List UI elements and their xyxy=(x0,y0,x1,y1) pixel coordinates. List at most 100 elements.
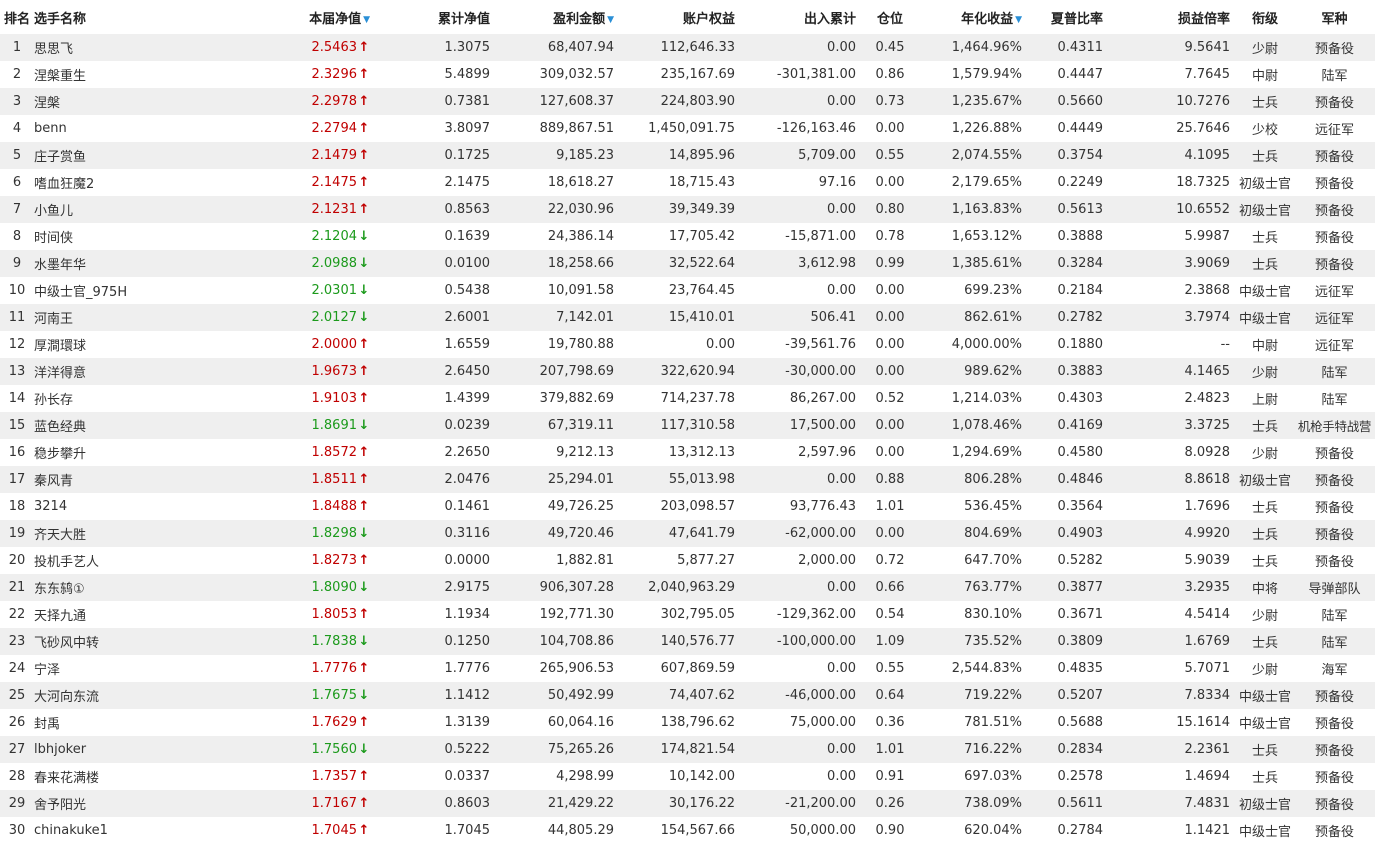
player-name-link[interactable]: 春来花满楼 xyxy=(34,763,210,790)
flow-cell: 75,000.00 xyxy=(740,709,860,736)
table-row[interactable]: 11 河南王 2.0127 ↓ 2.6001 7,142.01 15,410.01… xyxy=(0,304,1375,331)
pl-ratio-cell: -- xyxy=(1131,331,1236,358)
player-name-link[interactable]: chinakuke1 xyxy=(34,817,210,844)
table-row[interactable]: 29 舍予阳光 1.7167 ↑ 0.8603 21,429.22 30,176.… xyxy=(0,790,1375,817)
nav-cell: 2.0127 ↓ xyxy=(210,304,392,331)
arrow-up-icon: ↑ xyxy=(358,769,370,784)
position-cell: 0.86 xyxy=(860,61,920,88)
player-name-link[interactable]: 3214 xyxy=(34,493,210,520)
player-name-link[interactable]: 蓝色经典 xyxy=(34,412,210,439)
table-row[interactable]: 28 春来花满楼 1.7357 ↑ 0.0337 4,298.99 10,142.… xyxy=(0,763,1375,790)
sort-down-icon[interactable]: ▼ xyxy=(607,15,614,25)
player-name-link[interactable]: 天择九通 xyxy=(34,601,210,628)
table-row[interactable]: 22 天择九通 1.8053 ↑ 1.1934 192,771.30 302,79… xyxy=(0,601,1375,628)
table-row[interactable]: 7 小鱼儿 2.1231 ↑ 0.8563 22,030.96 39,349.39… xyxy=(0,196,1375,223)
table-row[interactable]: 13 洋洋得意 1.9673 ↑ 2.6450 207,798.69 322,62… xyxy=(0,358,1375,385)
rank-title-cell: 士兵 xyxy=(1236,736,1294,763)
table-row[interactable]: 5 庄子赏鱼 2.1479 ↑ 0.1725 9,185.23 14,895.96… xyxy=(0,142,1375,169)
position-cell: 0.80 xyxy=(860,196,920,223)
table-row[interactable]: 16 稳步攀升 1.8572 ↑ 2.2650 9,212.13 13,312.1… xyxy=(0,439,1375,466)
header-profit[interactable]: 盈利金额 ▼ xyxy=(498,0,618,34)
player-name-link[interactable]: 河南王 xyxy=(34,304,210,331)
sort-down-icon[interactable]: ▼ xyxy=(363,15,370,25)
table-row[interactable]: 3 涅槃 2.2978 ↑ 0.7381 127,608.37 224,803.9… xyxy=(0,88,1375,115)
pl-ratio-cell: 3.3725 xyxy=(1131,412,1236,439)
player-name-link[interactable]: 稳步攀升 xyxy=(34,439,210,466)
header-flow[interactable]: 出入累计 xyxy=(740,0,860,34)
header-title[interactable]: 衔级 xyxy=(1236,0,1294,34)
player-name-link[interactable]: 大河向东流 xyxy=(34,682,210,709)
player-name-link[interactable]: 飞砂风中转 xyxy=(34,628,210,655)
table-row[interactable]: 9 水墨年华 2.0988 ↓ 0.0100 18,258.66 32,522.6… xyxy=(0,250,1375,277)
player-name-link[interactable]: 时间侠 xyxy=(34,223,210,250)
header-rank[interactable]: 排名 xyxy=(0,0,34,34)
player-name-link[interactable]: 小鱼儿 xyxy=(34,196,210,223)
pl-ratio-cell: 4.1095 xyxy=(1131,142,1236,169)
sharpe-cell: 0.3754 xyxy=(1026,142,1131,169)
table-row[interactable]: 10 中级士官_975H 2.0301 ↓ 0.5438 10,091.58 23… xyxy=(0,277,1375,304)
header-name[interactable]: 选手名称 xyxy=(34,0,210,34)
player-name-link[interactable]: 水墨年华 xyxy=(34,250,210,277)
header-equity[interactable]: 账户权益 xyxy=(618,0,740,34)
table-row[interactable]: 20 投机手艺人 1.8273 ↑ 0.0000 1,882.81 5,877.2… xyxy=(0,547,1375,574)
flow-cell: 0.00 xyxy=(740,196,860,223)
table-row[interactable]: 25 大河向东流 1.7675 ↓ 1.1412 50,492.99 74,407… xyxy=(0,682,1375,709)
table-row[interactable]: 8 时间侠 2.1204 ↓ 0.1639 24,386.14 17,705.42… xyxy=(0,223,1375,250)
header-branch[interactable]: 军种 xyxy=(1294,0,1375,34)
player-name-link[interactable]: 齐天大胜 xyxy=(34,520,210,547)
flow-cell: -301,381.00 xyxy=(740,61,860,88)
position-cell: 0.66 xyxy=(860,574,920,601)
flow-cell: 506.41 xyxy=(740,304,860,331)
sharpe-cell: 0.1880 xyxy=(1026,331,1131,358)
table-row[interactable]: 24 宁泽 1.7776 ↑ 1.7776 265,906.53 607,869.… xyxy=(0,655,1375,682)
profit-cell: 22,030.96 xyxy=(498,196,618,223)
header-nav[interactable]: 本届净值 ▼ xyxy=(210,0,392,34)
table-row[interactable]: 4 benn 2.2794 ↑ 3.8097 889,867.51 1,450,0… xyxy=(0,115,1375,142)
table-row[interactable]: 18 3214 1.8488 ↑ 0.1461 49,726.25 203,098… xyxy=(0,493,1375,520)
table-row[interactable]: 2 涅槃重生 2.3296 ↑ 5.4899 309,032.57 235,167… xyxy=(0,61,1375,88)
player-name-link[interactable]: 东东鸫① xyxy=(34,574,210,601)
player-name-link[interactable]: 涅槃重生 xyxy=(34,61,210,88)
sort-down-icon[interactable]: ▼ xyxy=(1015,15,1022,25)
cum-nav-cell: 0.0000 xyxy=(392,547,498,574)
player-name-link[interactable]: 投机手艺人 xyxy=(34,547,210,574)
table-row[interactable]: 27 lbhjoker 1.7560 ↓ 0.5222 75,265.26 174… xyxy=(0,736,1375,763)
player-name-link[interactable]: 厚澗環球 xyxy=(34,331,210,358)
header-position[interactable]: 仓位 xyxy=(860,0,920,34)
player-name-link[interactable]: 涅槃 xyxy=(34,88,210,115)
sharpe-cell: 0.4449 xyxy=(1026,115,1131,142)
header-pl-ratio[interactable]: 损益倍率 xyxy=(1131,0,1236,34)
player-name-link[interactable]: 封禹 xyxy=(34,709,210,736)
table-row[interactable]: 15 蓝色经典 1.8691 ↓ 0.0239 67,319.11 117,310… xyxy=(0,412,1375,439)
branch-cell: 海军 xyxy=(1294,655,1375,682)
rank-cell: 10 xyxy=(0,277,34,304)
player-name-link[interactable]: 孙长存 xyxy=(34,385,210,412)
player-name-link[interactable]: 思思飞 xyxy=(34,34,210,61)
header-sharpe[interactable]: 夏普比率 xyxy=(1026,0,1131,34)
table-row[interactable]: 26 封禹 1.7629 ↑ 1.3139 60,064.16 138,796.6… xyxy=(0,709,1375,736)
table-row[interactable]: 14 孙长存 1.9103 ↑ 1.4399 379,882.69 714,237… xyxy=(0,385,1375,412)
player-name-link[interactable]: 宁泽 xyxy=(34,655,210,682)
table-row[interactable]: 19 齐天大胜 1.8298 ↓ 0.3116 49,720.46 47,641.… xyxy=(0,520,1375,547)
table-row[interactable]: 21 东东鸫① 1.8090 ↓ 2.9175 906,307.28 2,040,… xyxy=(0,574,1375,601)
rank-cell: 3 xyxy=(0,88,34,115)
profit-cell: 192,771.30 xyxy=(498,601,618,628)
player-name-link[interactable]: 舍予阳光 xyxy=(34,790,210,817)
player-name-link[interactable]: 秦风青 xyxy=(34,466,210,493)
player-name-link[interactable]: 洋洋得意 xyxy=(34,358,210,385)
table-row[interactable]: 12 厚澗環球 2.0000 ↑ 1.6559 19,780.88 0.00 -3… xyxy=(0,331,1375,358)
sharpe-cell: 0.3564 xyxy=(1026,493,1131,520)
table-row[interactable]: 1 思思飞 2.5463 ↑ 1.3075 68,407.94 112,646.3… xyxy=(0,34,1375,61)
player-name-link[interactable]: benn xyxy=(34,115,210,142)
player-name-link[interactable]: 庄子赏鱼 xyxy=(34,142,210,169)
header-cum-nav[interactable]: 累计净值 xyxy=(392,0,498,34)
equity-cell: 23,764.45 xyxy=(618,277,740,304)
player-name-link[interactable]: 嗜血狂魔2 xyxy=(34,169,210,196)
table-row[interactable]: 17 秦风青 1.8511 ↑ 2.0476 25,294.01 55,013.9… xyxy=(0,466,1375,493)
player-name-link[interactable]: lbhjoker xyxy=(34,736,210,763)
table-row[interactable]: 23 飞砂风中转 1.7838 ↓ 0.1250 104,708.86 140,5… xyxy=(0,628,1375,655)
table-row[interactable]: 30 chinakuke1 1.7045 ↑ 1.7045 44,805.29 1… xyxy=(0,817,1375,844)
table-row[interactable]: 6 嗜血狂魔2 2.1475 ↑ 2.1475 18,618.27 18,715.… xyxy=(0,169,1375,196)
header-annual[interactable]: 年化收益 ▼ xyxy=(920,0,1026,34)
player-name-link[interactable]: 中级士官_975H xyxy=(34,277,210,304)
